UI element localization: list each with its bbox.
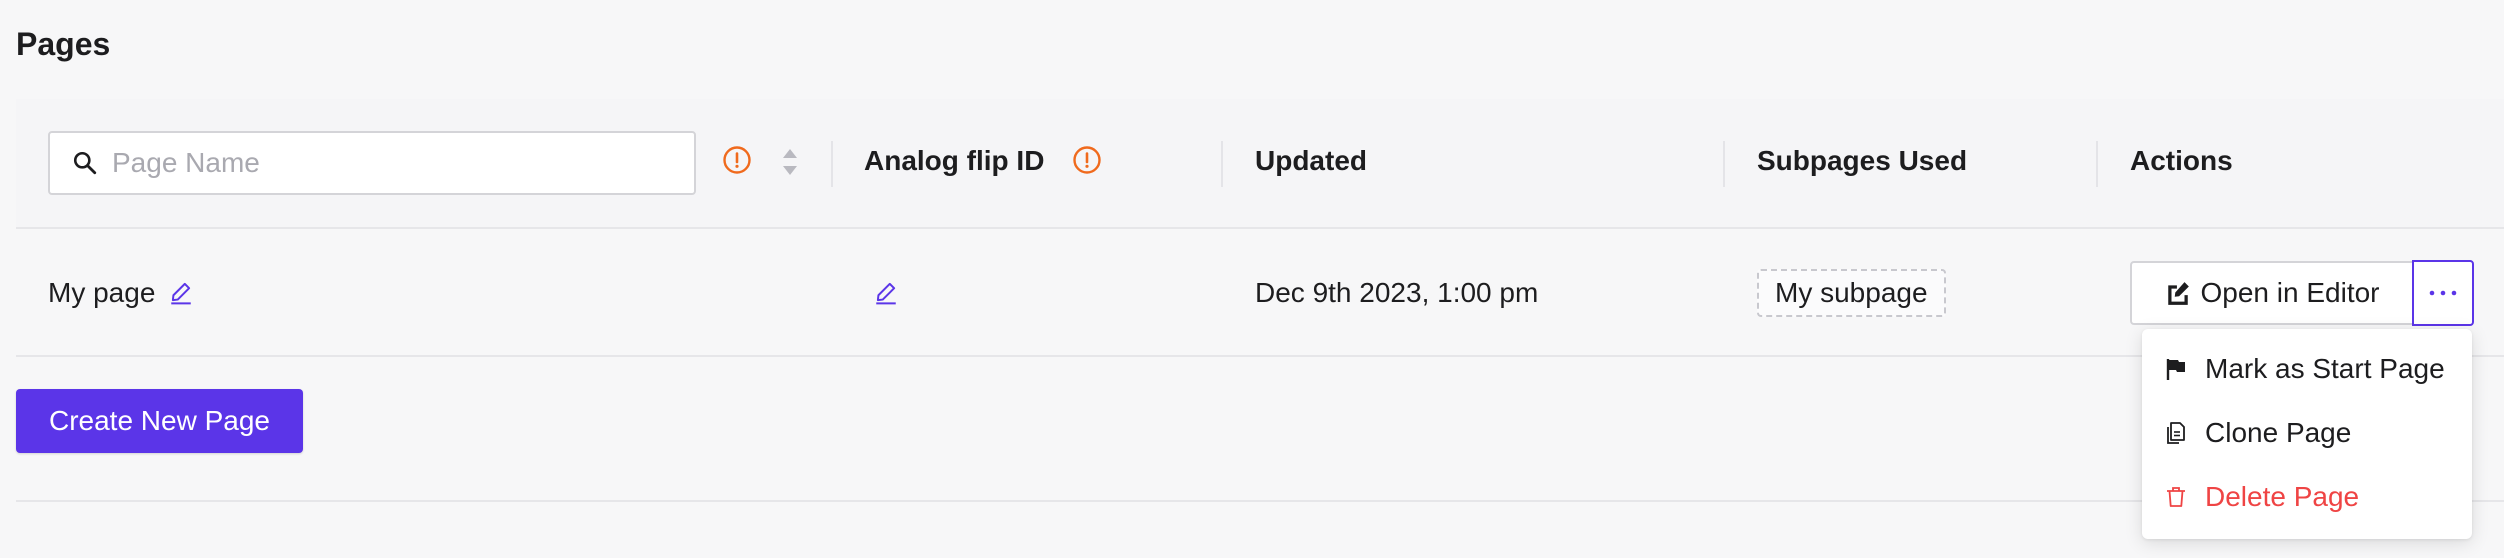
table-header: Analog flip ID Updated Subpages Used Act…: [16, 99, 2504, 229]
edit-name-pencil-icon[interactable]: [168, 279, 194, 305]
subpage-chip-label: My subpage: [1775, 277, 1928, 308]
open-in-editor-label: Open in Editor: [2200, 277, 2380, 308]
warning-icon: [723, 146, 751, 174]
updated-timestamp: Dec 9th 2023, 1:00 pm: [1255, 277, 1539, 308]
page-name: My page: [48, 277, 156, 308]
create-new-page-label: Create New Page: [48, 405, 270, 436]
column-header-actions: Actions: [2130, 145, 2233, 176]
menu-item-label: Delete Page: [2205, 481, 2360, 512]
column-divider: [831, 141, 833, 187]
edit-analog-flip-id-pencil-icon[interactable]: [873, 279, 899, 305]
column-header-updated: Updated: [1255, 145, 1367, 176]
column-header-subpages-used: Subpages Used: [1757, 145, 1968, 176]
column-divider: [1221, 141, 1223, 187]
actions-dropdown-menu: Mark as Start Page Clone Page Delete Pag…: [2142, 329, 2472, 539]
menu-item-delete-page[interactable]: Delete Page: [2142, 465, 2472, 529]
page-title: Pages: [16, 26, 111, 62]
edit-document-icon: [2167, 282, 2189, 305]
ellipsis-icon: [2429, 290, 2457, 296]
search-field[interactable]: [48, 131, 696, 195]
analog-flip-id-warning-icon: [1073, 146, 1101, 174]
pages-table: Analog flip ID Updated Subpages Used Act…: [16, 99, 2504, 357]
trash-icon: [2167, 487, 2185, 507]
open-in-editor-button[interactable]: Open in Editor: [2130, 261, 2414, 325]
flag-icon: [2166, 359, 2185, 380]
menu-item-label: Clone Page: [2205, 417, 2352, 448]
search-icon: [73, 151, 97, 175]
search-input[interactable]: [112, 147, 672, 179]
sort-icon[interactable]: [781, 147, 799, 177]
clone-icon: [2167, 422, 2185, 444]
divider: [16, 500, 2504, 502]
column-divider: [2096, 141, 2098, 187]
create-new-page-button[interactable]: Create New Page: [16, 389, 303, 453]
column-divider: [1723, 141, 1725, 187]
table-row: My page Dec 9th 2023, 1:00 pm My subpage…: [16, 229, 2504, 357]
menu-item-clone-page[interactable]: Clone Page: [2142, 401, 2472, 465]
menu-item-mark-start-page[interactable]: Mark as Start Page: [2142, 337, 2472, 401]
subpage-chip[interactable]: My subpage: [1757, 269, 1946, 317]
menu-item-label: Mark as Start Page: [2205, 353, 2445, 384]
more-actions-button[interactable]: [2412, 260, 2474, 326]
column-header-analog-flip-id: Analog flip ID: [864, 145, 1045, 176]
